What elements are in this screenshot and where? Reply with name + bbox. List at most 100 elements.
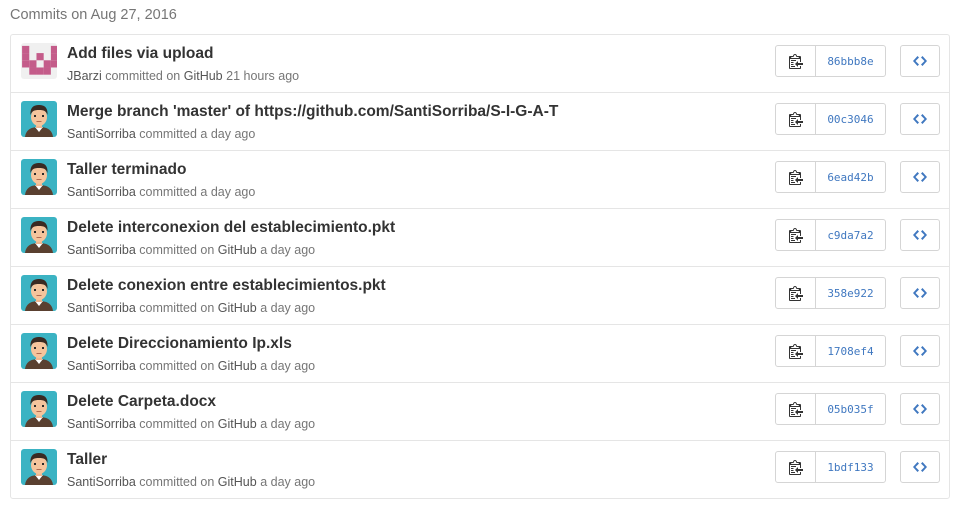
commit-list: Add files via upload JBarzi committed on… xyxy=(10,34,950,499)
avatar[interactable] xyxy=(21,333,57,369)
clippy-icon xyxy=(788,54,803,69)
commit-sha-link[interactable]: 358e922 xyxy=(816,278,885,308)
commit-action: committed xyxy=(139,127,197,141)
commit-action: committed on xyxy=(139,301,215,315)
commit-author[interactable]: JBarzi xyxy=(67,69,102,83)
commit-action: committed on xyxy=(139,475,215,489)
commit-author[interactable]: SantiSorriba xyxy=(67,417,136,431)
commit-time: 21 hours ago xyxy=(226,69,300,83)
browse-repo-button[interactable] xyxy=(900,161,940,193)
commits-page: Commits on Aug 27, 2016 Add files via up… xyxy=(0,0,974,506)
clippy-icon xyxy=(788,344,803,359)
commit-meta: SantiSorriba committed a day ago xyxy=(67,183,255,201)
commit-committer[interactable]: GitHub xyxy=(218,301,257,315)
code-icon xyxy=(913,346,927,356)
browse-repo-button[interactable] xyxy=(900,335,940,367)
clippy-icon xyxy=(788,286,803,301)
clippy-icon xyxy=(788,112,803,127)
commit-sha-link[interactable]: 05b035f xyxy=(816,394,885,424)
copy-sha-button[interactable] xyxy=(776,46,816,76)
sha-button-group: 1708ef4 xyxy=(775,335,886,367)
commit-committer[interactable]: GitHub xyxy=(218,417,257,431)
commit-message[interactable]: Add files via upload xyxy=(67,44,213,64)
browse-repo-button[interactable] xyxy=(900,45,940,77)
commit-time: a day ago xyxy=(260,359,316,373)
commit-sha-link[interactable]: 00c3046 xyxy=(816,104,885,134)
browse-repo-button[interactable] xyxy=(900,393,940,425)
commit-author[interactable]: SantiSorriba xyxy=(67,359,136,373)
clippy-icon xyxy=(788,460,803,475)
sha-button-group: 00c3046 xyxy=(775,103,886,135)
avatar[interactable] xyxy=(21,101,57,137)
commit-message[interactable]: Delete Direccionamiento Ip.xls xyxy=(67,334,292,354)
identicon-avatar-image xyxy=(21,43,57,79)
copy-sha-button[interactable] xyxy=(776,220,816,250)
browse-repo-button[interactable] xyxy=(900,451,940,483)
commit-author[interactable]: SantiSorriba xyxy=(67,127,136,141)
commit-meta: JBarzi committed on GitHub 21 hours ago xyxy=(67,67,299,85)
commit-action: committed on xyxy=(139,243,215,257)
code-icon xyxy=(913,404,927,414)
sha-button-group: 6ead42b xyxy=(775,161,886,193)
commit-committer[interactable]: GitHub xyxy=(218,475,257,489)
avatar[interactable] xyxy=(21,275,57,311)
avatar[interactable] xyxy=(21,217,57,253)
copy-sha-button[interactable] xyxy=(776,162,816,192)
commit-committer[interactable]: GitHub xyxy=(184,69,223,83)
commit-sha-link[interactable]: 6ead42b xyxy=(816,162,885,192)
commit-row: Delete Carpeta.docx SantiSorriba committ… xyxy=(11,382,949,440)
commit-meta: SantiSorriba committed on GitHub a day a… xyxy=(67,415,315,433)
browse-repo-button[interactable] xyxy=(900,103,940,135)
commit-committer[interactable]: GitHub xyxy=(218,243,257,257)
commit-sha-link[interactable]: c9da7a2 xyxy=(816,220,885,250)
sha-button-group: 05b035f xyxy=(775,393,886,425)
commit-message[interactable]: Taller terminado xyxy=(67,160,186,180)
sha-button-group: 1bdf133 xyxy=(775,451,886,483)
copy-sha-button[interactable] xyxy=(776,394,816,424)
commit-message[interactable]: Delete Carpeta.docx xyxy=(67,392,216,412)
commit-meta: SantiSorriba committed on GitHub a day a… xyxy=(67,357,315,375)
commit-time: a day ago xyxy=(260,243,316,257)
avatar[interactable] xyxy=(21,391,57,427)
person-avatar-image xyxy=(21,449,57,485)
browse-repo-button[interactable] xyxy=(900,277,940,309)
commit-author[interactable]: SantiSorriba xyxy=(67,243,136,257)
code-icon xyxy=(913,462,927,472)
person-avatar-image xyxy=(21,217,57,253)
commit-sha-link[interactable]: 1708ef4 xyxy=(816,336,885,366)
browse-repo-button[interactable] xyxy=(900,219,940,251)
sha-button-group: 86bbb8e xyxy=(775,45,886,77)
commit-message[interactable]: Delete interconexion del establecimiento… xyxy=(67,218,395,238)
avatar[interactable] xyxy=(21,449,57,485)
person-avatar-image xyxy=(21,159,57,195)
commit-sha-link[interactable]: 86bbb8e xyxy=(816,46,885,76)
commit-row: Add files via upload JBarzi committed on… xyxy=(11,35,949,92)
person-avatar-image xyxy=(21,101,57,137)
commit-meta: SantiSorriba committed on GitHub a day a… xyxy=(67,473,315,491)
avatar[interactable] xyxy=(21,159,57,195)
code-icon xyxy=(913,172,927,182)
copy-sha-button[interactable] xyxy=(776,278,816,308)
clippy-icon xyxy=(788,170,803,185)
commit-committer[interactable]: GitHub xyxy=(218,359,257,373)
copy-sha-button[interactable] xyxy=(776,336,816,366)
commit-action: committed xyxy=(139,185,197,199)
clippy-icon xyxy=(788,228,803,243)
commit-message[interactable]: Delete conexion entre establecimientos.p… xyxy=(67,276,386,296)
commit-message[interactable]: Taller xyxy=(67,450,107,470)
commit-author[interactable]: SantiSorriba xyxy=(67,475,136,489)
person-avatar-image xyxy=(21,333,57,369)
commit-sha-link[interactable]: 1bdf133 xyxy=(816,452,885,482)
code-icon xyxy=(913,114,927,124)
commit-action: committed on xyxy=(139,417,215,431)
commit-time: a day ago xyxy=(200,127,256,141)
commit-message[interactable]: Merge branch 'master' of https://github.… xyxy=(67,102,558,122)
copy-sha-button[interactable] xyxy=(776,452,816,482)
commit-time: a day ago xyxy=(260,475,316,489)
commit-author[interactable]: SantiSorriba xyxy=(67,185,136,199)
commit-author[interactable]: SantiSorriba xyxy=(67,301,136,315)
commit-time: a day ago xyxy=(260,301,316,315)
commit-row: Delete interconexion del establecimiento… xyxy=(11,208,949,266)
copy-sha-button[interactable] xyxy=(776,104,816,134)
avatar[interactable] xyxy=(21,43,57,79)
